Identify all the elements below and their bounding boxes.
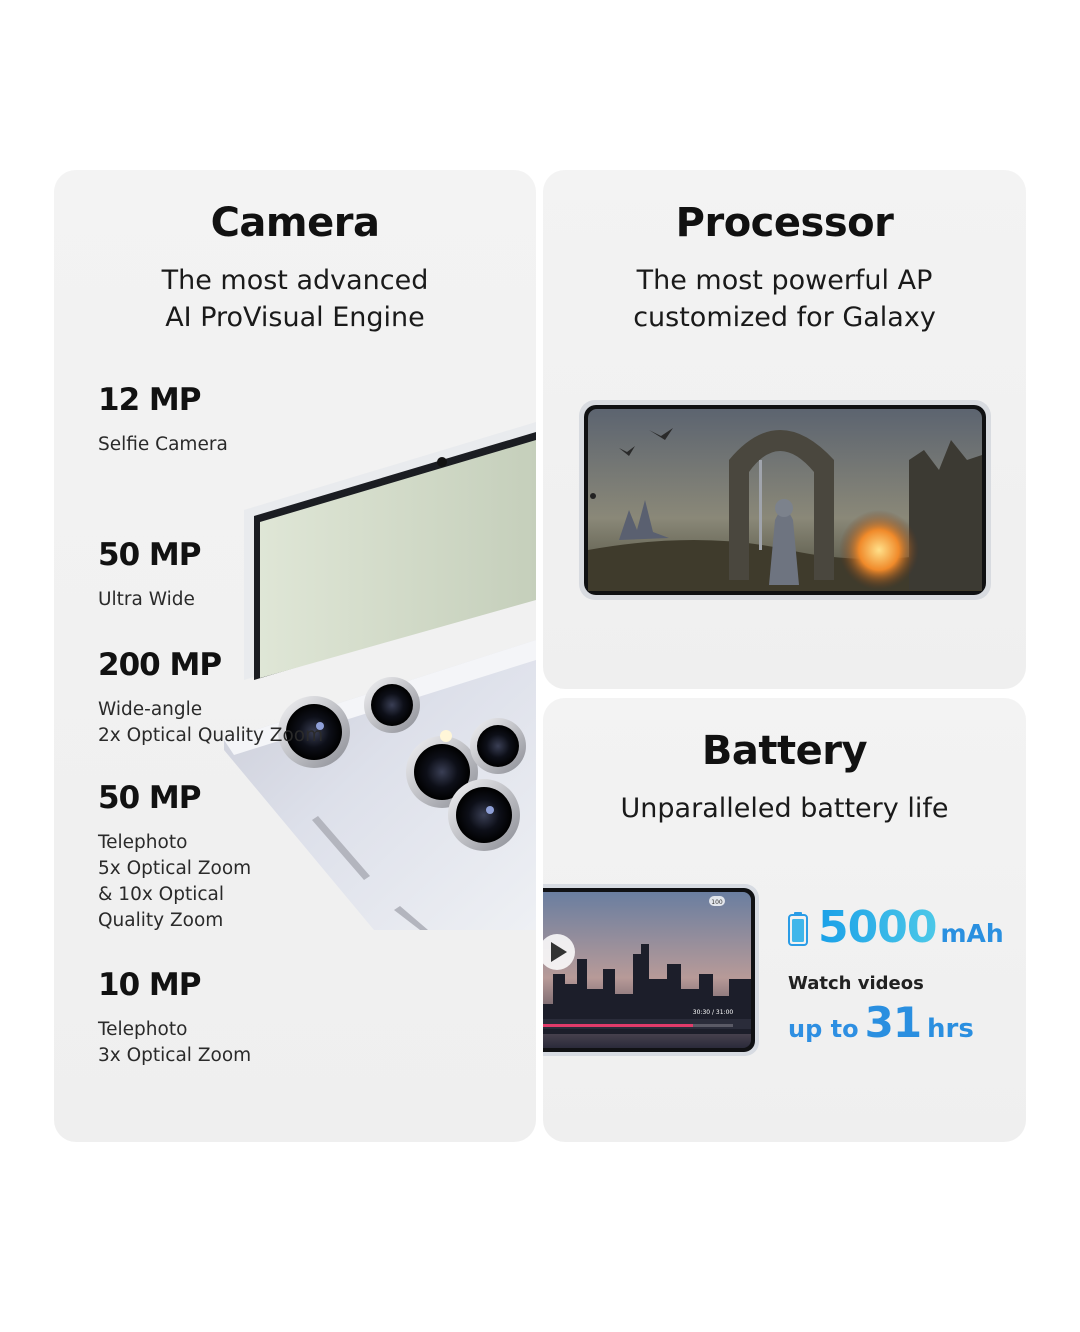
hours-unit: hrs xyxy=(927,1014,974,1044)
spec-desc: Telephoto 3x Optical Zoom xyxy=(98,1017,251,1069)
battery-card: Battery Unparalleled battery life 100 30… xyxy=(543,698,1026,1142)
battery-subtitle: Unparalleled battery life xyxy=(543,790,1026,827)
spec-value: 12 MP xyxy=(98,382,202,418)
camera-subtitle-line: AI ProVisual Engine xyxy=(165,302,425,333)
phone-video-illustration: 100 30:30 / 31:00 xyxy=(543,884,759,1056)
spec-ultra-wide: 50 MP Ultra Wide xyxy=(98,537,202,613)
spec-desc-line: 3x Optical Zoom xyxy=(98,1045,252,1066)
hours-row: up to 31 hrs xyxy=(788,998,1018,1047)
spec-value: 200 MP xyxy=(98,647,222,683)
camera-subtitle-line: The most advanced xyxy=(161,265,429,296)
spec-value: 50 MP xyxy=(98,537,202,573)
spec-value: 50 MP xyxy=(98,780,202,816)
processor-subtitle-line: The most powerful AP xyxy=(636,265,933,296)
camera-card: Camera The most advanced AI ProVisual En… xyxy=(54,170,536,1142)
spec-selfie: 12 MP Selfie Camera xyxy=(98,382,228,458)
spec-desc: Ultra Wide xyxy=(98,587,201,613)
processor-subtitle-line: customized for Galaxy xyxy=(633,302,936,333)
battery-icon xyxy=(788,912,808,946)
battery-title: Battery xyxy=(701,728,868,774)
video-badge: 100 xyxy=(711,899,723,906)
phone-game-illustration xyxy=(579,400,991,600)
camera-title: Camera xyxy=(210,200,380,246)
processor-title: Processor xyxy=(675,200,894,246)
spec-desc-line: Quality Zoom xyxy=(98,910,224,931)
spec-desc-line: Selfie Camera xyxy=(98,434,228,455)
battery-subtitle-line: Unparalleled battery life xyxy=(620,793,949,824)
spec-desc: Wide-angle 2x Optical Quality Zoom xyxy=(98,697,323,749)
spec-desc-line: Ultra Wide xyxy=(98,589,195,610)
spec-value: 10 MP xyxy=(98,967,202,1003)
processor-subtitle: The most powerful AP customized for Gala… xyxy=(543,262,1026,336)
processor-card: Processor The most powerful AP customize… xyxy=(543,170,1026,689)
battery-capacity-block: 5000 mAh Watch videos up to 31 hrs xyxy=(788,902,1018,1047)
mah-row: 5000 mAh xyxy=(788,902,1018,953)
spec-telephoto-3x: 10 MP Telephoto 3x Optical Zoom xyxy=(98,967,251,1069)
battery-capacity-unit: mAh xyxy=(940,919,1004,948)
hours-value: 31 xyxy=(864,998,922,1047)
spec-desc-line: Telephoto xyxy=(98,832,188,853)
spec-desc: Telephoto 5x Optical Zoom & 10x Optical … xyxy=(98,830,251,934)
spec-desc-line: Telephoto xyxy=(98,1019,188,1040)
spec-telephoto-5x: 50 MP Telephoto 5x Optical Zoom & 10x Op… xyxy=(98,780,251,934)
camera-subtitle: The most advanced AI ProVisual Engine xyxy=(54,262,536,336)
watch-videos-label: Watch videos xyxy=(788,973,924,994)
up-to-label: up to xyxy=(788,1015,859,1043)
spec-desc-line: 5x Optical Zoom xyxy=(98,858,252,879)
spec-wide-angle: 200 MP Wide-angle 2x Optical Quality Zoo… xyxy=(98,647,323,749)
spec-desc-line: & 10x Optical xyxy=(98,884,225,905)
spec-desc-line: 2x Optical Quality Zoom xyxy=(98,725,324,746)
video-time: 30:30 / 31:00 xyxy=(693,1009,734,1016)
battery-capacity: 5000 xyxy=(818,902,937,953)
spec-desc-line: Wide-angle xyxy=(98,699,203,720)
spec-desc: Selfie Camera xyxy=(98,432,228,458)
